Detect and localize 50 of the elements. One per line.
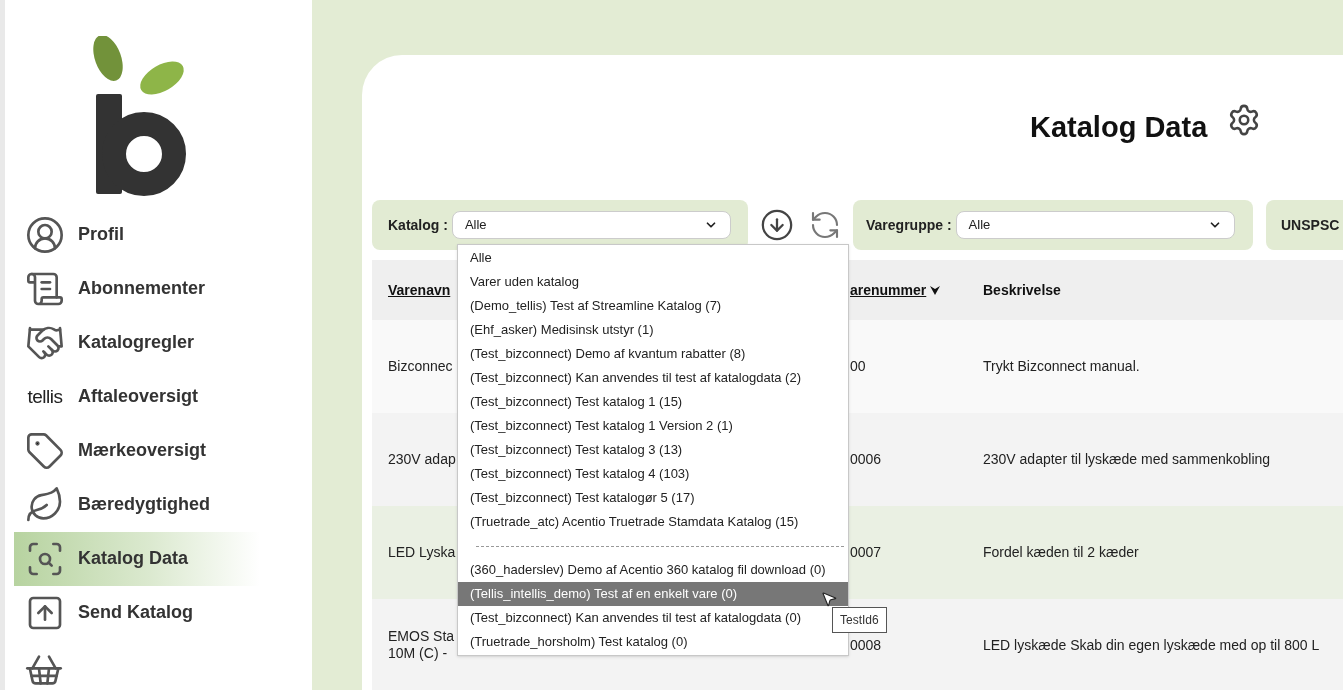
page-title: Katalog Data [1030,109,1208,145]
dropdown-option[interactable]: (Demo_tellis) Test af Streamline Katalog (7) [458,294,848,318]
table-cell: Trykt Bizconnect manual. [983,358,1140,375]
sort-arrow-icon [930,285,941,295]
dropdown-option[interactable]: (Truetrade_atc) Acentio Truetrade Stamdata Katalog (15) [458,510,848,534]
dropdown-option[interactable]: (Truetrade_horsholm) Test katalog (0) [458,630,848,654]
filter-panel: Katalog : Alle [372,200,748,250]
tellis-logo: tellis [27,384,63,409]
tag-icon [25,430,65,471]
column-header[interactable]: arenummer [850,279,941,301]
filter-panel: UNSPSC [1266,200,1343,250]
table-cell: 10M (C) - [388,645,448,662]
table-cell: Fordel kæden til 2 kæder [983,544,1139,561]
dropdown-option[interactable]: (Test_bizconnect) Demo af kvantum rabatter (8) [458,342,848,366]
refresh-icon[interactable] [809,209,841,241]
sidebar-item[interactable]: Bæredygtighed [14,477,260,532]
dropdown-option[interactable]: (Test_bizconnect) Kan anvendes til test af katalogdata (2) [458,366,848,390]
dropdown-option[interactable]: (Test_bizconnect) Test katalog 3 (13) [458,438,848,462]
table-cell: 00 [850,358,866,375]
column-header: Beskrivelse [983,280,1061,300]
sidebar-item[interactable]: Mærkeoversigt [14,423,260,478]
table-cell: LED Lyska [388,544,456,561]
sidebar-item[interactable]: Katalogregler [14,315,260,370]
table-cell: EMOS Sta [388,628,455,645]
sidebar-item[interactable]: Abonnementer [14,261,260,316]
dropdown-option[interactable]: (Ehf_asker) Medisinsk utstyr (1) [458,318,848,342]
dropdown-option[interactable]: (Test_bizconnect) Test katalog 1 Version 2 (1) [458,414,848,438]
table-cell: 0008 [850,637,882,654]
select-field[interactable]: Alle [955,211,1235,239]
dropdown-option[interactable]: (Test_bizconnect) Test katalog 4 (103) [458,462,848,486]
table-cell: 230V adap [388,451,456,468]
filter-panel: Varegruppe : Alle [853,200,1253,250]
select-field[interactable]: Alle [451,211,731,239]
cursor-icon [820,590,838,608]
sidebar-item[interactable]: tellis Aftaleoversigt [14,369,260,424]
table-cell: Bizconnec [388,358,453,375]
table-cell: LED lyskæde Skab din egen lyskæde med op til 800 L [983,637,1320,654]
table-cell: 0007 [850,544,882,561]
profile-icon [25,214,65,255]
table-cell: 0006 [850,451,882,468]
column-header[interactable]: Varenavn [388,279,451,301]
sidebar-item[interactable]: Profil [14,207,260,262]
table-cell: 230V adapter til lyskæde med sammenkobling [983,451,1271,468]
sidebar-item[interactable]: Send Katalog [14,585,260,640]
dropdown-option[interactable]: (360_haderslev) Demo af Acentio 360 katalog fil download (0) [458,558,848,582]
dropdown-option[interactable]: (Test_bizconnect) Test katalog 1 (15) [458,390,848,414]
download-icon[interactable] [760,208,794,242]
dropdown-option[interactable]: Varer uden katalog [458,270,848,294]
tooltip: TestId6 [832,607,887,633]
dropdown-option[interactable]: (Tellis_intellis_demo) Test af en enkelt vare (0) [458,582,848,606]
